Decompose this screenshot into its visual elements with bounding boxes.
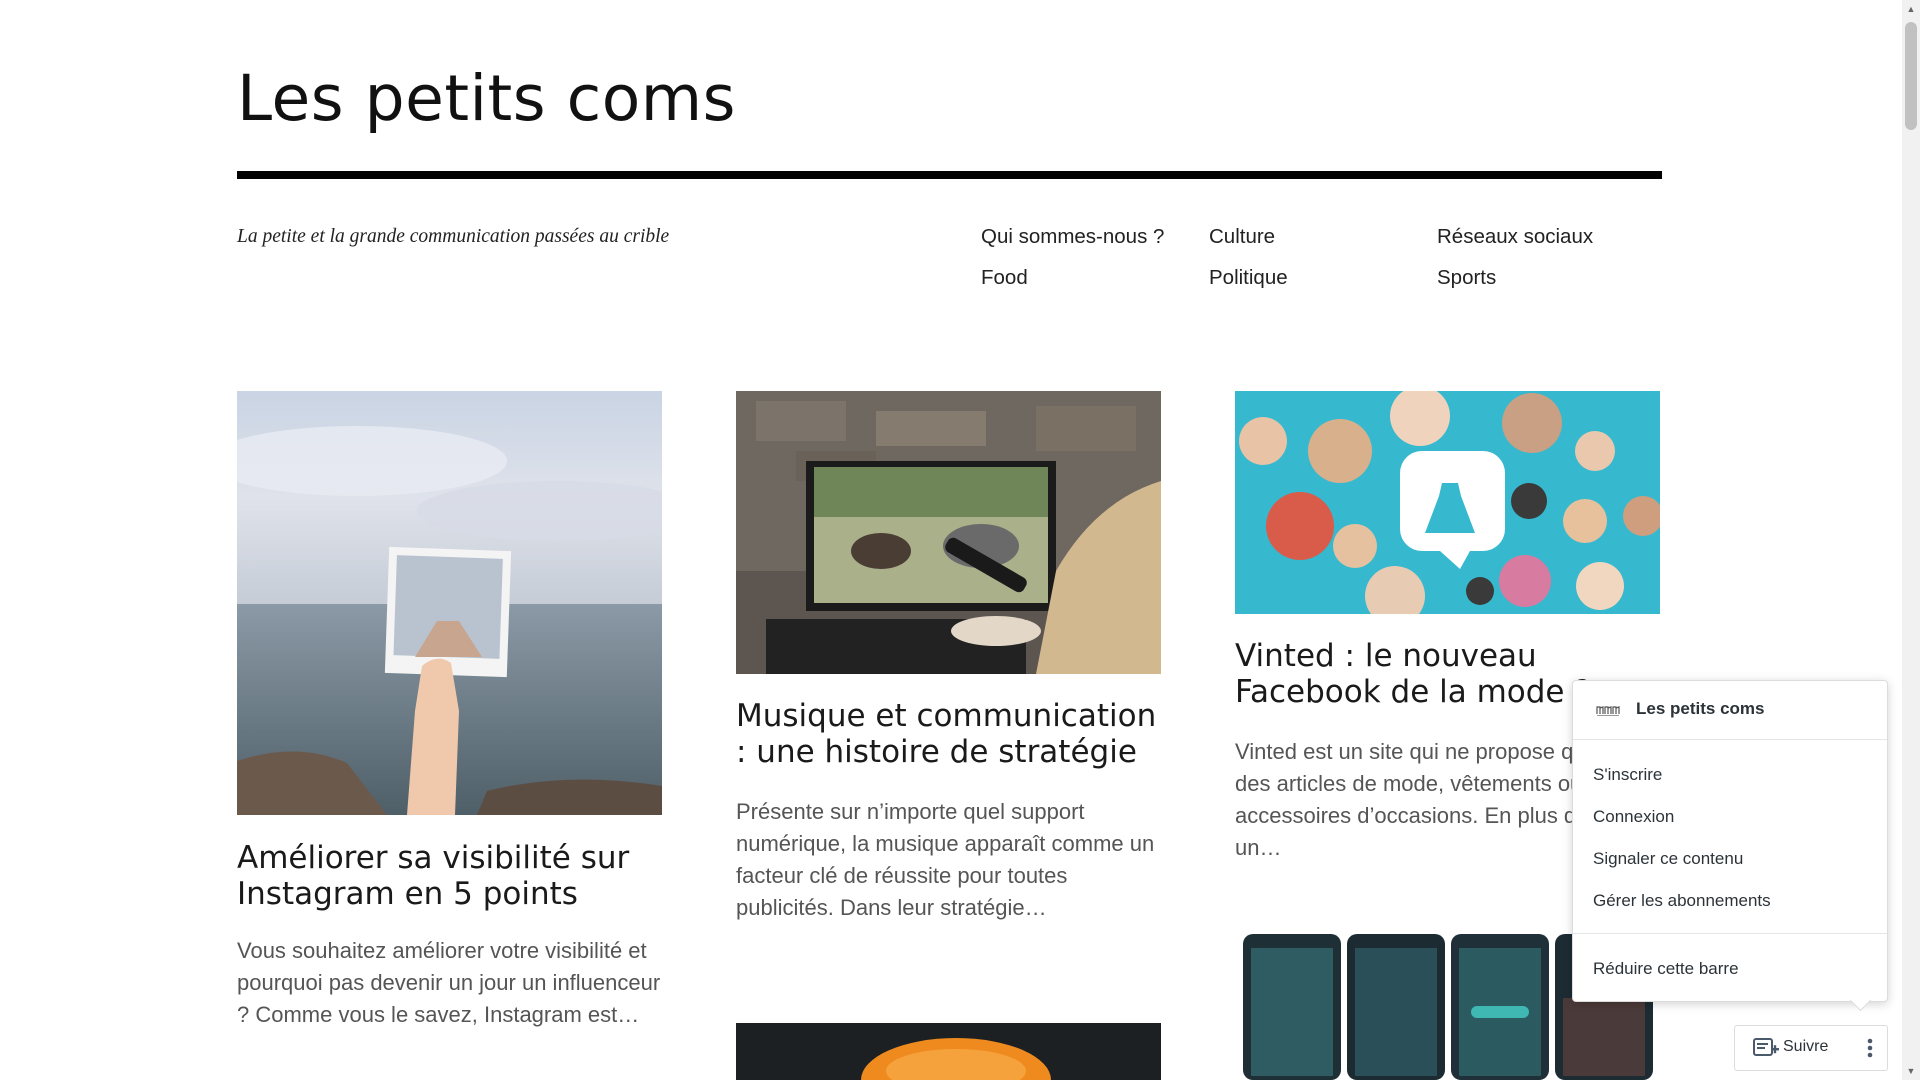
- post-2-title[interactable]: Musique et communication : une histoire …: [736, 698, 1176, 770]
- page-scrollbar[interactable]: ▲ ▼: [1902, 0, 1920, 1080]
- site-title[interactable]: Les petits coms: [237, 62, 736, 135]
- subscribe-link[interactable]: S'inscrire: [1593, 765, 1662, 785]
- manage-subscriptions-link[interactable]: Gérer les abonnements: [1593, 891, 1771, 911]
- report-content-link[interactable]: Signaler ce contenu: [1593, 849, 1743, 869]
- scroll-thumb[interactable]: [1905, 22, 1917, 130]
- site-tagline: La petite et la grande communication pas…: [237, 226, 670, 247]
- post-1-excerpt: Vous souhaitez améliorer votre visibilit…: [237, 938, 661, 1027]
- title-rule: [237, 171, 1662, 179]
- nav-item-politique[interactable]: Politique: [1209, 266, 1288, 290]
- post-1-title[interactable]: Améliorer sa visibilité sur Instagram en…: [237, 840, 662, 912]
- nav-item-culture[interactable]: Culture: [1209, 225, 1275, 249]
- popup-divider: [1573, 933, 1887, 934]
- post-5-image[interactable]: [736, 1023, 1161, 1080]
- post-1-image[interactable]: [237, 391, 662, 815]
- follow-label: Suivre: [1783, 1038, 1829, 1055]
- more-options-icon[interactable]: [1855, 1026, 1885, 1070]
- popup-site-name[interactable]: Les petits coms: [1636, 699, 1765, 719]
- site-logo-icon: [1595, 702, 1621, 718]
- follow-bar: Suivre: [1734, 1025, 1888, 1071]
- nav-item-food[interactable]: Food: [981, 266, 1028, 290]
- login-link[interactable]: Connexion: [1593, 807, 1674, 827]
- collapse-bar-link[interactable]: Réduire cette barre: [1593, 959, 1739, 979]
- follow-button[interactable]: Suivre: [1735, 1026, 1845, 1070]
- reader-follow-icon: [1753, 1038, 1779, 1056]
- nav-item-qui-sommes-nous[interactable]: Qui sommes-nous ?: [981, 225, 1164, 249]
- nav-item-reseaux-sociaux[interactable]: Réseaux sociaux: [1437, 225, 1593, 249]
- scroll-up-arrow-icon[interactable]: ▲: [1902, 0, 1920, 18]
- post-3-image[interactable]: [1235, 391, 1660, 614]
- popup-header: Les petits coms: [1573, 681, 1887, 740]
- scroll-down-arrow-icon[interactable]: ▼: [1902, 1062, 1920, 1080]
- nav-item-sports[interactable]: Sports: [1437, 266, 1496, 290]
- follow-menu-popup: Les petits coms S'inscrire Connexion Sig…: [1572, 680, 1888, 1002]
- post-2-image[interactable]: [736, 391, 1161, 674]
- post-2-excerpt: Présente sur n’importe quel support numé…: [736, 799, 1155, 920]
